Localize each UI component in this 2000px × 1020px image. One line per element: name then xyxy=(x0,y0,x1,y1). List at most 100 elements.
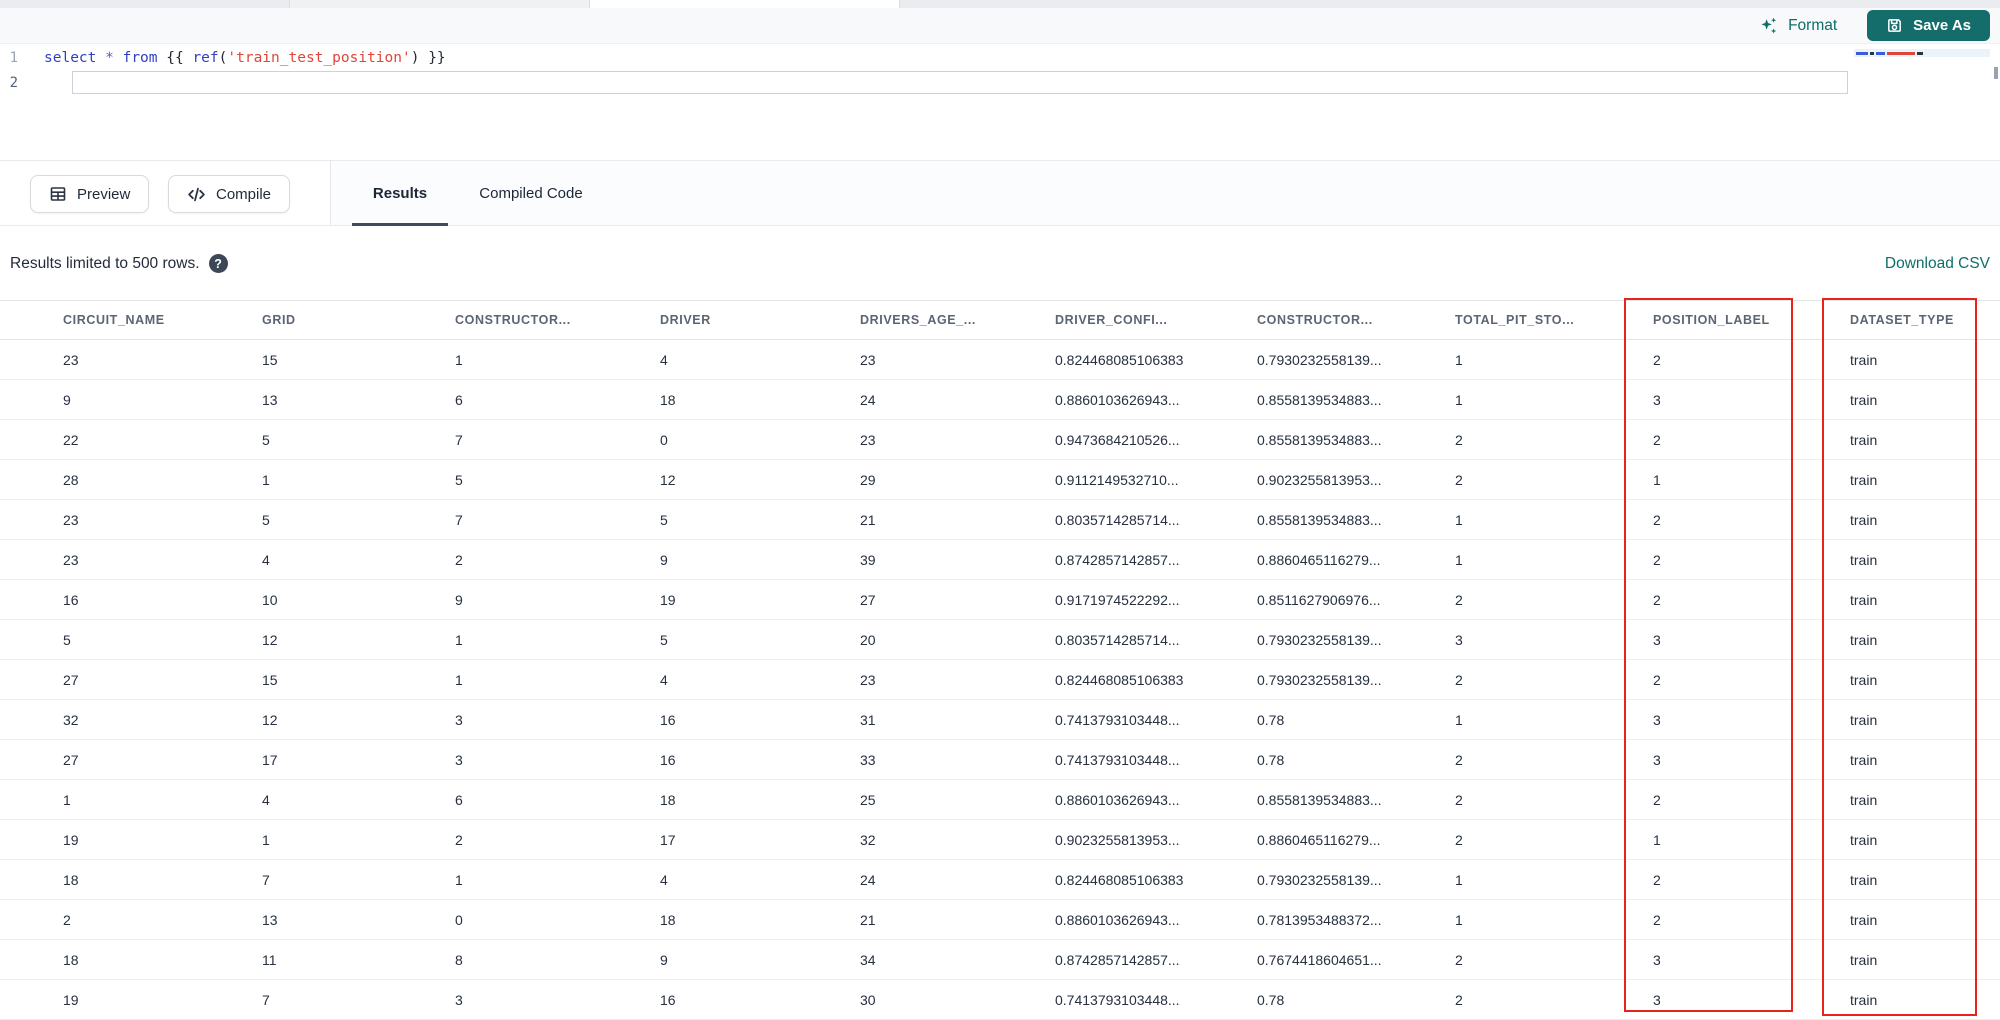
table-cell: 0.8035714285714... xyxy=(1055,511,1180,528)
table-cell: 12 xyxy=(262,631,278,648)
table-cell: train xyxy=(1850,791,1878,808)
table-cell: 12 xyxy=(660,471,676,488)
code-line[interactable]: 2 xyxy=(0,70,2000,95)
table-cell: 29 xyxy=(860,471,876,488)
table-cell: 3 xyxy=(1653,951,1661,968)
file-tab-active[interactable] xyxy=(590,0,900,8)
table-cell: 1 xyxy=(1455,551,1463,568)
table-cell: 2 xyxy=(1455,471,1463,488)
table-cell: 5 xyxy=(262,431,270,448)
table-cell: 13 xyxy=(262,911,278,928)
code-line[interactable]: 1 select * from {{ ref('train_test_positi… xyxy=(0,45,2000,70)
editor-minimap[interactable] xyxy=(1854,49,1990,139)
table-row: 5 12 1 5 20 0.8035714285714... 0.7930232558139… xyxy=(0,620,2000,660)
table-cell: 4 xyxy=(660,351,668,368)
table-cell: 2 xyxy=(1653,431,1661,448)
table-cell: 17 xyxy=(262,751,278,768)
table-cell: 9 xyxy=(63,391,71,408)
table-cell: 1 xyxy=(1455,511,1463,528)
table-cell: 2 xyxy=(1653,871,1661,888)
table-cell: 7 xyxy=(262,991,270,1008)
column-header: DRIVER_CONFI... xyxy=(1055,313,1168,327)
table-cell: 2 xyxy=(1455,431,1463,448)
table-cell: 18 xyxy=(660,791,676,808)
table-header-row: CIRCUIT_NAME GRID CONSTRUCTOR... DRIVER DRIV… xyxy=(0,300,2000,340)
compile-button[interactable]: Compile xyxy=(168,175,291,213)
download-csv-link[interactable]: Download CSV xyxy=(1885,255,1990,273)
table-cell: 2 xyxy=(455,551,463,568)
table-cell: 3 xyxy=(1653,991,1661,1008)
table-cell: 12 xyxy=(262,711,278,728)
preview-button[interactable]: Preview xyxy=(30,175,150,213)
table-cell: 2 xyxy=(1653,351,1661,368)
table-cell: 23 xyxy=(860,351,876,368)
table-cell: 1 xyxy=(262,471,270,488)
table-cell: 0.78 xyxy=(1257,751,1285,768)
table-cell: 27 xyxy=(63,751,79,768)
format-button[interactable]: Format xyxy=(1759,16,1837,36)
table-cell: 1 xyxy=(455,351,463,368)
table-cell: 0 xyxy=(660,431,668,448)
file-tab[interactable] xyxy=(290,0,590,8)
table-cell: train xyxy=(1850,351,1878,368)
table-cell: 1 xyxy=(1455,351,1463,368)
table-cell: 0.8860103626943... xyxy=(1055,791,1180,808)
table-grid-icon xyxy=(49,185,67,203)
column-header: DRIVERS_AGE_... xyxy=(860,313,976,327)
table-cell: 0.8511627906976... xyxy=(1257,591,1381,608)
table-cell: 1 xyxy=(262,831,270,848)
table-row: 18 11 8 9 34 0.8742857142857... 0.767441860465… xyxy=(0,940,2000,980)
table-cell: 0.7413793103448... xyxy=(1055,991,1180,1008)
table-cell: 22 xyxy=(63,431,79,448)
table-cell: 32 xyxy=(860,831,876,848)
table-cell: 2 xyxy=(1653,551,1661,568)
table-cell: 2 xyxy=(1455,671,1463,688)
table-cell: 0 xyxy=(455,911,463,928)
table-row: 9 13 6 18 24 0.8860103626943... 0.855813953488… xyxy=(0,380,2000,420)
action-bar: Preview Compile Results Compiled Code xyxy=(0,160,2000,226)
sparkles-icon xyxy=(1759,16,1779,36)
file-tab[interactable] xyxy=(0,0,290,8)
table-cell: 0.9112149532710... xyxy=(1055,471,1179,488)
table-cell: 2 xyxy=(1653,511,1661,528)
table-cell: 19 xyxy=(660,591,676,608)
table-cell: 24 xyxy=(860,391,876,408)
table-cell: 4 xyxy=(262,551,270,568)
table-cell: 2 xyxy=(1455,951,1463,968)
table-row: 27 17 3 16 33 0.7413793103448... 0.78 2 3 train xyxy=(0,740,2000,780)
table-cell: 2 xyxy=(1653,791,1661,808)
table-cell: 1 xyxy=(1653,471,1661,488)
table-cell: 3 xyxy=(1455,631,1463,648)
table-cell: 0.8860103626943... xyxy=(1055,391,1180,408)
results-table: CIRCUIT_NAME GRID CONSTRUCTOR... DRIVER DRIV… xyxy=(0,300,2000,1020)
minimap-code-line xyxy=(1854,49,1990,57)
table-cell: 1 xyxy=(1455,711,1463,728)
format-label: Format xyxy=(1788,16,1838,34)
table-cell: 0.9023255813953... xyxy=(1257,471,1382,488)
compile-label: Compile xyxy=(216,185,272,203)
table-cell: 7 xyxy=(455,431,463,448)
table-body: 23 15 1 4 23 0.824468085106383 0.7930232558139… xyxy=(0,340,2000,1020)
table-cell: 0.8558139534883... xyxy=(1257,391,1382,408)
table-row: 22 5 7 0 23 0.9473684210526... 0.8558139534883… xyxy=(0,420,2000,460)
table-cell: 9 xyxy=(660,951,668,968)
save-as-button[interactable]: Save As xyxy=(1867,10,1990,41)
table-cell: 0.7930232558139... xyxy=(1257,631,1382,648)
table-cell: 9 xyxy=(455,591,463,608)
table-cell: train xyxy=(1850,391,1878,408)
sql-editor[interactable]: 1 select * from {{ ref('train_test_positi… xyxy=(0,45,2000,160)
table-cell: 6 xyxy=(455,791,463,808)
help-icon[interactable]: ? xyxy=(208,254,228,273)
tab-compiled-code[interactable]: Compiled Code xyxy=(466,161,596,225)
editor-scrollbar[interactable] xyxy=(1994,67,1998,79)
table-cell: 23 xyxy=(63,511,79,528)
file-tab-area xyxy=(900,0,2000,8)
table-cell: 16 xyxy=(63,591,79,608)
table-cell: 20 xyxy=(860,631,876,648)
tab-results[interactable]: Results xyxy=(352,161,448,226)
table-cell: 0.8742857142857... xyxy=(1055,951,1180,968)
table-cell: 23 xyxy=(860,671,876,688)
table-cell: 31 xyxy=(860,711,876,728)
table-cell: 3 xyxy=(1653,751,1661,768)
table-cell: train xyxy=(1850,511,1878,528)
